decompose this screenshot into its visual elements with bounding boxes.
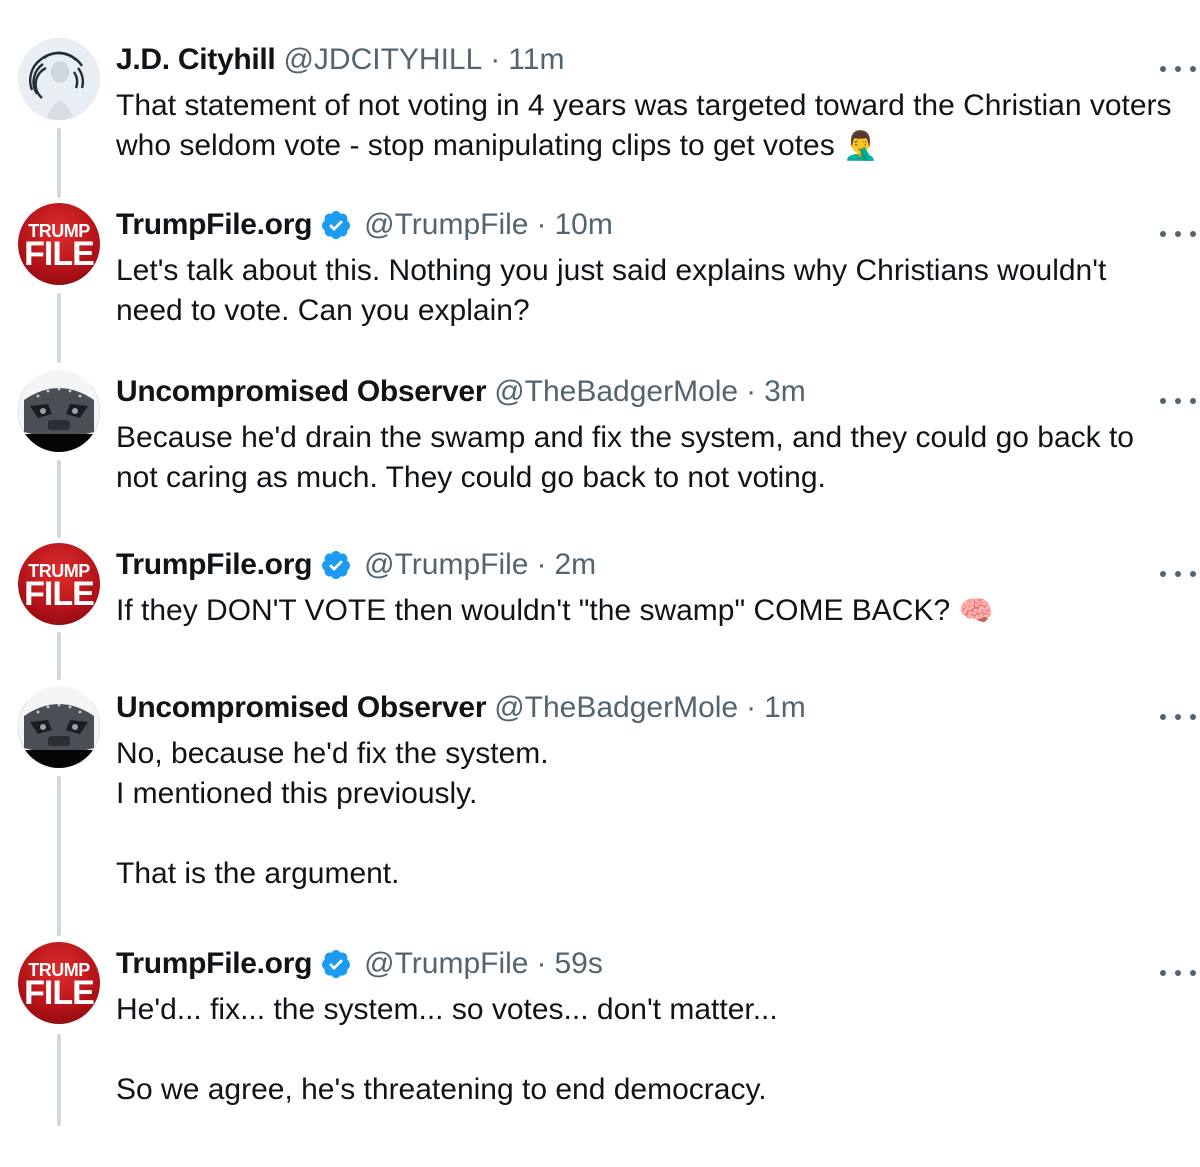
tweet-content: Uncompromised Observer @TheBadgerMole · …: [116, 370, 1176, 498]
more-options-icon[interactable]: [1160, 958, 1196, 988]
verified-badge-icon: [322, 950, 351, 978]
more-options-icon[interactable]: [1160, 219, 1196, 249]
tweet-text: Let's talk about this. Nothing you just …: [116, 254, 1115, 327]
username[interactable]: @TheBadgerMole: [494, 375, 738, 409]
jd-cityhill-avatar-icon: [18, 38, 100, 120]
more-options-icon[interactable]: [1160, 54, 1196, 84]
tweet-header: TrumpFile.org @TrumpFile · 59s: [116, 942, 1176, 986]
more-options-icon[interactable]: [1160, 559, 1196, 589]
facepalm-emoji-icon: 🤦‍♂️: [843, 130, 878, 161]
username[interactable]: @TheBadgerMole: [494, 691, 738, 725]
badger-mask-avatar-icon: [18, 686, 100, 768]
display-name[interactable]: TrumpFile.org: [116, 548, 312, 582]
tweet-text: That statement of not voting in 4 years …: [116, 86, 1176, 166]
thread-line: [57, 293, 61, 363]
tweet-content: TrumpFile.org @TrumpFile · 10m Let's tal…: [116, 203, 1176, 331]
avatar[interactable]: [18, 686, 100, 768]
thread-line: [57, 128, 61, 198]
thread-line: [57, 460, 61, 538]
more-options-icon[interactable]: [1160, 386, 1196, 416]
avatar-text-bottom: FILE: [24, 974, 95, 1012]
avatar[interactable]: [18, 38, 100, 120]
timestamp[interactable]: 1m: [764, 691, 806, 725]
timestamp[interactable]: 2m: [554, 548, 596, 582]
display-name[interactable]: TrumpFile.org: [116, 208, 312, 242]
avatar[interactable]: [18, 370, 100, 452]
tweet-text-content: That statement of not voting in 4 years …: [116, 89, 1180, 162]
tweet-text: If they DON'T VOTE then wouldn't "the sw…: [116, 591, 1176, 631]
avatar-text-bottom: FILE: [24, 235, 95, 273]
username[interactable]: @TrumpFile: [364, 548, 528, 582]
tweet-content: J.D. Cityhill @JDCITYHILL · 11m That sta…: [116, 38, 1176, 166]
more-options-icon[interactable]: [1160, 702, 1196, 732]
badger-mask-avatar-icon: [18, 370, 100, 452]
tweet-text: He'd... fix... the system... so votes...…: [116, 993, 778, 1106]
tweet-text-content: If they DON'T VOTE then wouldn't "the sw…: [116, 594, 951, 627]
avatar[interactable]: TRUMP FILE: [18, 543, 100, 625]
avatar[interactable]: TRUMP FILE: [18, 942, 100, 1024]
username[interactable]: @JDCITYHILL: [283, 43, 482, 77]
separator: ·: [536, 548, 547, 581]
tweet-content: Uncompromised Observer @TheBadgerMole · …: [116, 686, 1176, 894]
separator: ·: [536, 208, 547, 241]
avatar[interactable]: TRUMP FILE: [18, 203, 100, 285]
display-name[interactable]: Uncompromised Observer: [116, 691, 486, 725]
separator: ·: [746, 375, 757, 408]
timestamp[interactable]: 11m: [508, 43, 564, 77]
verified-badge-icon: [322, 551, 351, 579]
tweet-header: TrumpFile.org @TrumpFile · 2m: [116, 543, 1176, 587]
tweet-header: Uncompromised Observer @TheBadgerMole · …: [116, 686, 1176, 730]
thread-line: [57, 776, 61, 936]
display-name[interactable]: Uncompromised Observer: [116, 375, 486, 409]
display-name[interactable]: TrumpFile.org: [116, 947, 312, 981]
avatar-text-bottom: FILE: [24, 575, 95, 613]
thread-line: [57, 1034, 61, 1126]
timestamp[interactable]: 10m: [554, 208, 612, 242]
display-name[interactable]: J.D. Cityhill: [116, 43, 276, 77]
tweet-text: Because he'd drain the swamp and fix the…: [116, 421, 1143, 494]
timestamp[interactable]: 59s: [554, 947, 602, 981]
username[interactable]: @TrumpFile: [364, 947, 528, 981]
verified-badge-icon: [322, 211, 351, 239]
tweet-text: No, because he'd fix the system. I menti…: [116, 737, 549, 890]
separator: ·: [490, 43, 501, 76]
tweet-content: TrumpFile.org @TrumpFile · 2m If they DO…: [116, 543, 1176, 631]
tweet-header: Uncompromised Observer @TheBadgerMole · …: [116, 370, 1176, 414]
separator: ·: [536, 947, 547, 980]
tweet-content: TrumpFile.org @TrumpFile · 59s He'd... f…: [116, 942, 1176, 1110]
brain-emoji-icon: 🧠: [958, 595, 994, 626]
timestamp[interactable]: 3m: [764, 375, 806, 409]
separator: ·: [746, 691, 757, 724]
tweet-header: J.D. Cityhill @JDCITYHILL · 11m: [116, 38, 1176, 82]
tweet-header: TrumpFile.org @TrumpFile · 10m: [116, 203, 1176, 247]
thread-line: [57, 632, 61, 680]
username[interactable]: @TrumpFile: [364, 208, 528, 242]
